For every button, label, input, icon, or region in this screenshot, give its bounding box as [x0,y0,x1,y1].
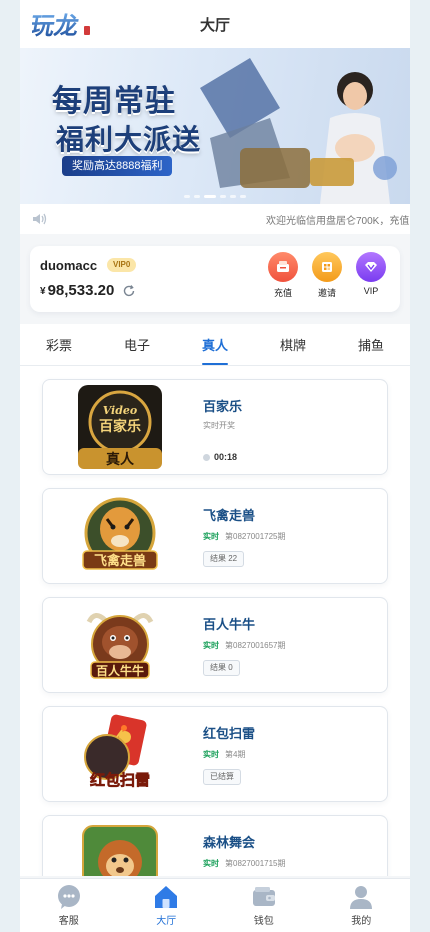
game-subtitle-row: 实时开奖 [203,420,235,431]
countdown-timer: 00:18 [203,452,237,462]
svg-text:真人: 真人 [106,451,135,468]
issue-number: 第0827001657期 [225,641,286,650]
page-title: 大厅 [199,16,230,34]
profile-icon [350,886,373,909]
banner-headline: 每周常驻 [52,85,176,118]
balance-amount: 98,533.20 [47,282,115,299]
tab-lottery[interactable]: 彩票 [20,324,98,365]
nav-profile-label: 我的 [351,916,372,927]
game-name: 百人牛牛 [203,617,256,632]
currency-symbol: ¥ [40,286,46,297]
vip-label: VIP [363,286,379,296]
bottom-navigation: 客服 大厅 钱包 我的 [20,878,410,932]
issue-number: 第0827001725期 [225,532,286,541]
user-balance-card: duomacc VIP0 ¥ 98,533.20 充值 邀请 VIP [30,246,400,312]
game-card-bull[interactable]: 百人牛牛 百人牛牛 实时 第0827001657期 结果 0 [42,597,388,693]
vip-button[interactable]: VIP [356,252,386,299]
invite-icon [312,252,342,282]
live-indicator: 实时 [203,532,219,541]
nav-lobby[interactable]: 大厅 [118,879,216,932]
banner-character-art [200,58,397,204]
recharge-icon [268,252,298,282]
countdown-value: 00:18 [214,452,238,462]
recharge-button[interactable]: 充值 [268,252,298,299]
nav-support-label: 客服 [58,916,79,927]
game-meta-row: 实时 第0827001715期 [203,858,286,869]
live-indicator: 实时 [203,859,219,868]
svg-text:百人牛牛: 百人牛牛 [96,663,144,678]
game-meta-row: 实时 第0827001725期 [203,531,286,542]
banner-subheadline: 福利大派送 [56,124,202,155]
svg-text:Video: Video [103,404,138,417]
banner-reward-pill: 奖励高达8888福利 [62,156,173,176]
speaker-icon [33,213,47,225]
nav-lobby-label: 大厅 [156,916,177,927]
vip-level-badge: VIP0 [107,258,137,272]
banner-pagination [20,195,410,198]
notice-bar[interactable]: 欢迎光临信用盘居仑700K，充值 [20,204,410,234]
tab-chess-cards[interactable]: 棋牌 [254,324,332,365]
issue-number: 第0827001715期 [225,859,286,868]
game-meta-row: 实时 第4期 [203,749,245,760]
support-icon [57,885,80,909]
nav-wallet[interactable]: 钱包 [215,879,313,932]
tab-slots[interactable]: 电子 [98,324,176,365]
svg-text:百家乐: 百家乐 [99,418,141,435]
game-card-baccarat[interactable]: Video 百家乐 真人 百家乐 实时开奖 00:18 [42,379,388,475]
clock-icon [203,453,210,461]
vip-icon [356,252,386,282]
result-badge: 结果 22 [203,551,245,567]
live-indicator: 实时 [203,641,219,650]
nav-support[interactable]: 客服 [20,879,118,932]
baccarat-game-icon: Video 百家乐 真人 [78,385,162,469]
svg-text:飞禽走兽: 飞禽走兽 [94,553,146,569]
red-packet-game-icon: 红包扫雷 [84,714,150,789]
svg-text:玩龙: 玩龙 [32,12,81,40]
category-tabs: 彩票 电子 真人 棋牌 捕鱼 [20,324,410,366]
birds-beasts-game-icon: 飞禽走兽 [82,497,158,570]
top-header: 玩龙 大厅 [20,0,410,48]
app-shell: 玩龙 大厅 每周常驻 福利大派送 奖励高达8888福利 欢迎光临信用盘居仑700… [20,0,410,932]
issue-number: 第4期 [225,750,246,759]
recharge-label: 充值 [273,288,292,298]
forest-party-game-icon [82,825,158,876]
game-name: 红包扫雷 [203,726,256,741]
game-name: 百家乐 [203,399,243,414]
balance-row: ¥ 98,533.20 [40,282,136,299]
banner-dot[interactable] [230,195,236,198]
banner-dot[interactable] [184,195,190,198]
banner-dot[interactable] [194,195,200,198]
game-subtitle: 实时开奖 [203,421,235,430]
refresh-icon[interactable] [122,284,136,298]
app-logo[interactable]: 玩龙 [32,6,96,42]
username: duomacc [40,258,98,273]
banner-dot-active[interactable] [204,195,216,198]
result-badge: 已结算 [203,769,241,785]
game-card-red-packet[interactable]: 红包扫雷 红包扫雷 实时 第4期 已结算 [42,706,388,802]
promo-banner[interactable]: 每周常驻 福利大派送 奖励高达8888福利 [20,48,410,204]
banner-dot[interactable] [220,195,226,198]
nav-profile[interactable]: 我的 [313,879,411,932]
invite-button[interactable]: 邀请 [312,252,342,299]
game-list: Video 百家乐 真人 百家乐 实时开奖 00:18 飞禽走兽 飞禽走兽 实时… [20,366,410,876]
live-indicator: 实时 [203,750,219,759]
result-badge: 结果 0 [203,660,240,676]
tab-live[interactable]: 真人 [176,324,254,365]
notice-text: 欢迎光临信用盘居仑700K，充值 [266,215,410,227]
game-name: 森林舞会 [203,835,256,850]
nav-wallet-label: 钱包 [253,916,274,927]
banner-dot[interactable] [240,195,246,198]
game-meta-row: 实时 第0827001657期 [203,640,286,651]
tab-fishing[interactable]: 捕鱼 [332,324,410,365]
wallet-icon [252,887,275,906]
quick-actions: 充值 邀请 VIP [268,252,386,299]
home-icon [155,886,178,908]
game-card-birds-beasts[interactable]: 飞禽走兽 飞禽走兽 实时 第0827001725期 结果 22 [42,488,388,584]
invite-label: 邀请 [317,288,336,298]
game-name: 飞禽走兽 [203,508,256,523]
svg-text:红包扫雷: 红包扫雷 [90,771,150,789]
bull-game-icon: 百人牛牛 [86,613,154,679]
game-card-forest-party[interactable]: 森林舞会 实时 第0827001715期 [42,815,388,876]
